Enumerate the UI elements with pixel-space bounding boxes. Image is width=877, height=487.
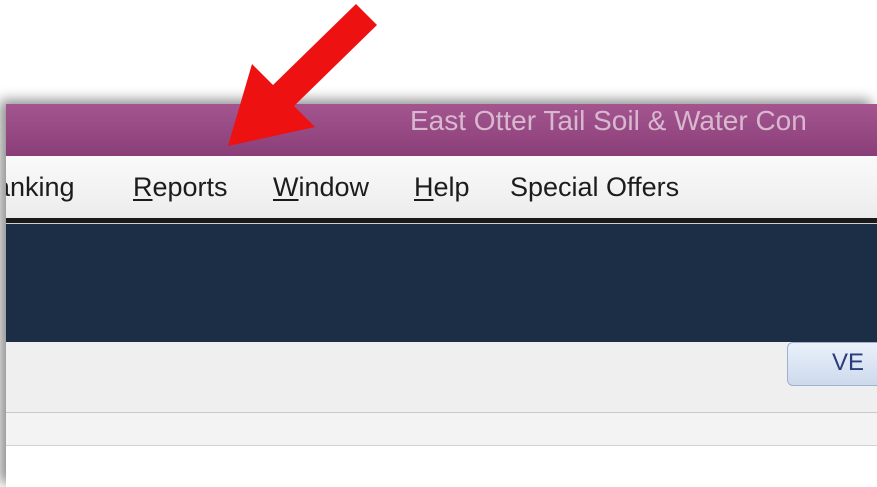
menu-help[interactable]: Help xyxy=(414,171,470,203)
menu-reports-mnemonic: R xyxy=(133,172,153,202)
menu-window[interactable]: Window xyxy=(273,171,369,203)
menu-banking[interactable]: anking xyxy=(6,171,75,203)
menu-window-mnemonic: W xyxy=(273,172,299,202)
menu-reports-label-rest: eports xyxy=(152,172,228,202)
navigation-band xyxy=(6,224,877,342)
sub-toolbar-area xyxy=(6,413,877,446)
menu-help-mnemonic: H xyxy=(414,172,434,202)
ve-button[interactable]: VE xyxy=(787,342,877,386)
menu-help-label-rest: elp xyxy=(433,172,470,202)
content-area xyxy=(6,446,877,487)
menu-special-offers[interactable]: Special Offers xyxy=(510,171,679,203)
menu-reports[interactable]: Reports xyxy=(133,171,228,203)
menu-bar: anking Reports Window Help Special Offer… xyxy=(6,156,877,218)
toolbar-area xyxy=(6,342,877,413)
application-window: East Otter Tail Soil & Water Con anking … xyxy=(6,104,877,487)
title-bar[interactable]: East Otter Tail Soil & Water Con xyxy=(6,104,877,156)
window-title: East Otter Tail Soil & Water Con xyxy=(410,105,807,136)
screenshot-stage: East Otter Tail Soil & Water Con anking … xyxy=(0,0,877,487)
menu-window-label-rest: indow xyxy=(298,172,370,202)
